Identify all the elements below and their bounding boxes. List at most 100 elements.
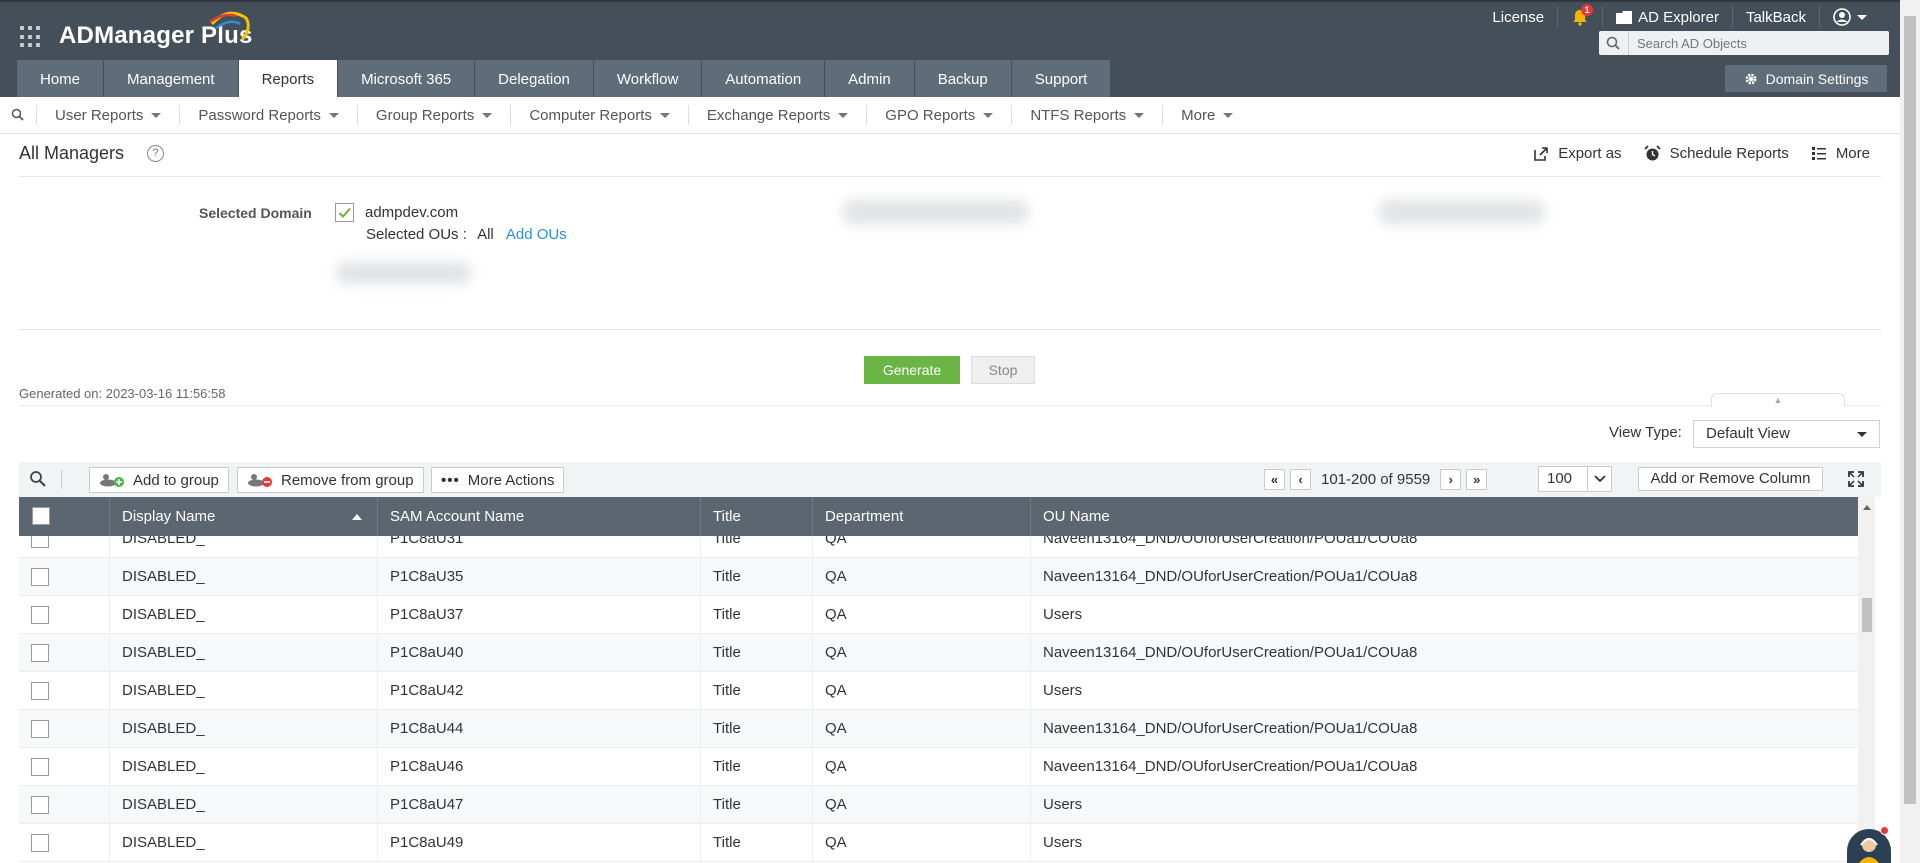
view-type-select[interactable]: Default View <box>1693 420 1880 448</box>
column-header-display-name[interactable]: Display Name <box>110 497 378 536</box>
table-row[interactable]: DISABLED_ P1C8aU40 Title QA Naveen13164_DND/… <box>19 634 1858 672</box>
chevron-down-icon <box>838 112 849 118</box>
tab-microsoft-365[interactable]: Microsoft 365 <box>338 60 475 99</box>
row-select-cell <box>19 634 110 672</box>
ad-object-search <box>1599 31 1889 55</box>
tab-management[interactable]: Management <box>104 60 238 99</box>
table-row[interactable]: DISABLED_ P1C8aU47 Title QA Users <box>19 786 1858 824</box>
select-all-checkbox[interactable] <box>32 507 50 525</box>
license-link[interactable]: License <box>1479 6 1557 28</box>
subnav-exchange-reports[interactable]: Exchange Reports <box>687 105 866 125</box>
schedule-reports-button[interactable]: Schedule Reports <box>1643 145 1789 162</box>
table-row[interactable]: DISABLED_ P1C8aU49 Title QA Users <box>19 824 1858 862</box>
row-checkbox[interactable] <box>31 536 49 548</box>
column-header-ou-name[interactable]: OU Name <box>1031 497 1858 536</box>
table-row[interactable]: DISABLED_ P1C8aU35 Title QA Naveen13164_DND/… <box>19 558 1858 596</box>
row-checkbox[interactable] <box>31 758 49 776</box>
search-input[interactable] <box>1629 32 1879 54</box>
tab-delegation[interactable]: Delegation <box>475 60 593 99</box>
table-search-icon[interactable] <box>29 470 47 492</box>
add-ous-link[interactable]: Add OUs <box>506 226 567 243</box>
generate-button[interactable]: Generate <box>864 356 960 384</box>
fullscreen-icon[interactable] <box>1848 471 1864 491</box>
tab-admin[interactable]: Admin <box>825 60 914 99</box>
row-checkbox[interactable] <box>31 682 49 700</box>
tab-backup[interactable]: Backup <box>914 60 1011 99</box>
logo-swoosh-icon <box>209 11 250 41</box>
chevron-down-icon <box>1857 432 1867 437</box>
subnav-gpo-reports[interactable]: GPO Reports <box>866 105 1011 125</box>
tab-reports[interactable]: Reports <box>238 60 338 99</box>
more-actions-button[interactable]: ••• More Actions <box>431 467 565 493</box>
export-as-button[interactable]: Export as <box>1533 145 1622 162</box>
next-page-button[interactable]: › <box>1440 468 1462 490</box>
notifications-button[interactable]: 1 <box>1557 4 1602 28</box>
cell-display-name: DISABLED_ <box>110 672 378 710</box>
row-checkbox[interactable] <box>31 834 49 852</box>
page-scrollbar[interactable] <box>1900 0 1920 863</box>
cell-ou-name: Naveen13164_DND/OUforUserCreation/POUa1/… <box>1043 720 1418 737</box>
prev-page-button[interactable]: ‹ <box>1290 468 1311 490</box>
subnav-ntfs-reports[interactable]: NTFS Reports <box>1011 105 1162 125</box>
add-to-group-button[interactable]: Add to group <box>89 467 229 493</box>
cell-display-name: DISABLED_ <box>110 710 378 748</box>
chevron-down-icon <box>482 112 493 118</box>
remove-from-group-button[interactable]: Remove from group <box>237 467 424 493</box>
notification-badge: 1 <box>1581 4 1594 16</box>
app-grid-icon[interactable] <box>20 26 42 48</box>
report-actions: Export as Schedule Reports More <box>1533 145 1870 162</box>
last-page-button[interactable]: » <box>1466 468 1488 490</box>
view-type-label: View Type: <box>1609 424 1682 441</box>
page-scrollbar-thumb[interactable] <box>1904 16 1916 804</box>
row-checkbox[interactable] <box>31 568 49 586</box>
row-checkbox[interactable] <box>31 644 49 662</box>
scroll-up-arrow-icon[interactable] <box>1863 505 1871 510</box>
add-remove-column-button[interactable]: Add or Remove Column <box>1638 467 1823 491</box>
domain-settings-button[interactable]: Domain Settings <box>1725 65 1887 92</box>
first-page-button[interactable]: « <box>1264 468 1285 490</box>
row-checkbox[interactable] <box>31 720 49 738</box>
cell-ou-name: Naveen13164_DND/OUforUserCreation/POUa1/… <box>1043 568 1418 585</box>
table-row[interactable]: DISABLED_ P1C8aU44 Title QA Naveen13164_DND/… <box>19 710 1858 748</box>
subnav-more[interactable]: More <box>1162 105 1251 125</box>
ad-explorer-link[interactable]: AD Explorer <box>1602 6 1732 28</box>
page-size-select[interactable]: 100 <box>1538 466 1612 492</box>
chevron-down-icon <box>659 112 670 118</box>
table-row[interactable]: DISABLED_ P1C8aU42 Title QA Users <box>19 672 1858 710</box>
help-icon[interactable]: ? <box>147 145 164 162</box>
column-header-title[interactable]: Title <box>701 497 813 536</box>
export-icon <box>1534 146 1548 161</box>
domain-checkbox[interactable] <box>335 203 354 222</box>
stop-button[interactable]: Stop <box>971 356 1035 384</box>
report-category-nav: User Reports Password Reports Group Repo… <box>0 97 1900 134</box>
search-icon[interactable] <box>1599 31 1629 55</box>
table-scrollbar[interactable] <box>1858 497 1875 863</box>
subnav-user-reports[interactable]: User Reports <box>36 105 179 125</box>
page-range: 101-200 of 9559 <box>1321 470 1431 488</box>
table-row[interactable]: DISABLED_ P1C8aU37 Title QA Users <box>19 596 1858 634</box>
table-scrollbar-thumb[interactable] <box>1862 598 1872 632</box>
tab-home[interactable]: Home <box>17 60 104 99</box>
cell-sam-account-name: P1C8aU42 <box>378 672 701 710</box>
table-row[interactable]: DISABLED_ P1C8aU46 Title QA Naveen13164_DND/… <box>19 748 1858 786</box>
row-checkbox[interactable] <box>31 796 49 814</box>
user-menu[interactable] <box>1819 6 1880 28</box>
subnav-password-reports[interactable]: Password Reports <box>179 105 357 125</box>
column-header-sam-account-name[interactable]: SAM Account Name <box>378 497 701 536</box>
chat-notification-dot <box>1880 826 1889 835</box>
cell-sam-account-name: P1C8aU37 <box>378 596 701 634</box>
row-checkbox[interactable] <box>31 606 49 624</box>
tab-support[interactable]: Support <box>1011 60 1111 99</box>
more-options-button[interactable]: More <box>1811 145 1870 162</box>
subnav-computer-reports[interactable]: Computer Reports <box>510 105 688 125</box>
column-header-department[interactable]: Department <box>813 497 1031 536</box>
subnav-group-reports[interactable]: Group Reports <box>356 105 510 125</box>
table-row[interactable]: DISABLED_ P1C8aU31 Title QA Naveen13164_DND/… <box>19 536 1858 558</box>
chevron-down-icon <box>1134 112 1145 118</box>
tab-automation[interactable]: Automation <box>702 60 825 99</box>
talkback-link[interactable]: TalkBack <box>1731 6 1819 28</box>
report-search-icon[interactable] <box>0 108 36 122</box>
collapse-panel-toggle[interactable]: ▲ <box>1711 393 1845 407</box>
cell-department: QA <box>813 596 1031 634</box>
tab-workflow[interactable]: Workflow <box>593 60 702 99</box>
